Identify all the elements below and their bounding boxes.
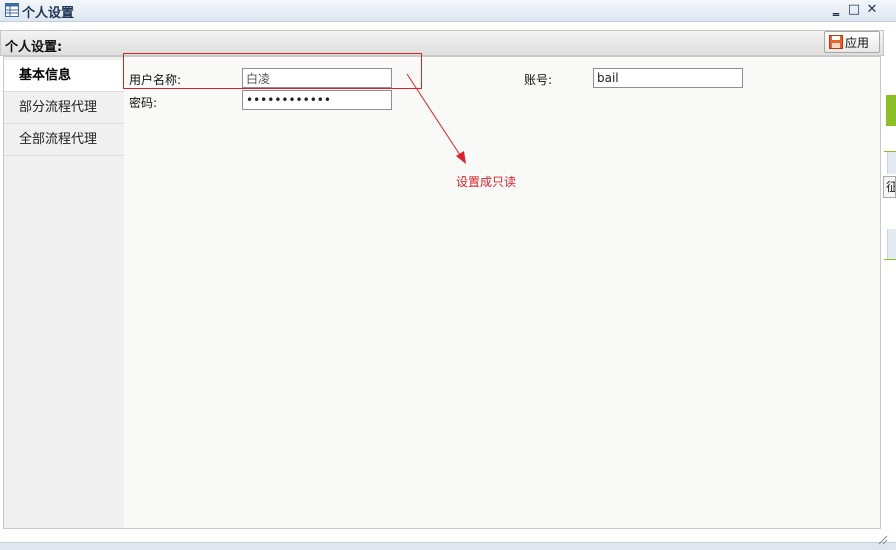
edge-panel [887,152,896,174]
panel-title: 个人设置: [5,40,63,55]
edge-panel [887,229,896,259]
password-label: 密码: [129,96,158,110]
apply-button[interactable]: 应用 [824,31,880,53]
sidebar: 基本信息 部分流程代理 全部流程代理 [4,57,124,528]
sidebar-item-basic-info[interactable]: 基本信息 [4,60,124,92]
edge-divider [884,259,896,260]
window-bottom-border [0,542,896,550]
sidebar-item-full-proxy[interactable]: 全部流程代理 [4,124,124,156]
close-button[interactable]: ✕ [864,1,880,19]
annotation-highlight-box [123,53,422,89]
edge-green-block [886,95,896,126]
settings-frame: 基本信息 部分流程代理 全部流程代理 用户名称: 密码: 账号: [3,56,881,529]
window-titlebar: 个人设置 ‗ □ ✕ [0,0,896,22]
resize-grip-icon[interactable] [876,533,888,545]
sidebar-item-partial-proxy[interactable]: 部分流程代理 [4,92,124,124]
edge-button[interactable]: 征 [883,176,896,198]
apply-button-label: 应用 [845,35,870,50]
window-title: 个人设置 [22,6,75,21]
account-field[interactable] [593,68,743,88]
account-label: 账号: [524,73,553,87]
maximize-button[interactable]: □ [846,1,862,19]
table-icon [5,3,19,17]
annotation-text: 设置成只读 [456,175,517,189]
password-field[interactable] [242,90,392,110]
save-icon [829,35,843,49]
form-content: 用户名称: 密码: 账号: [124,57,880,528]
minimize-button[interactable]: ‗ [828,1,844,19]
